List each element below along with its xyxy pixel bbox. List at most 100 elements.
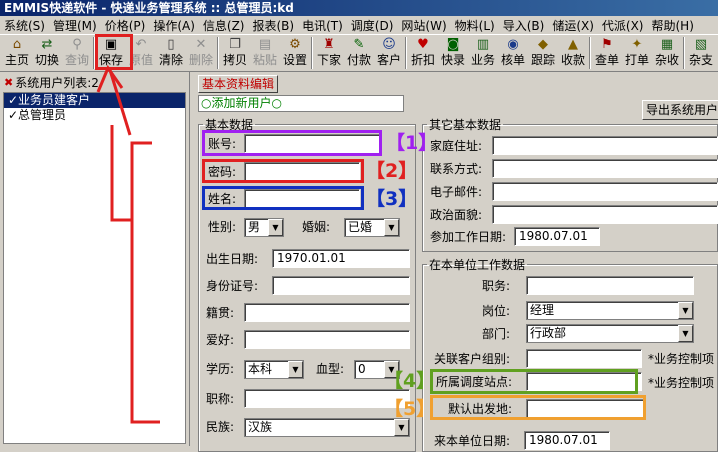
id-input[interactable] <box>272 276 410 295</box>
toolbar-button-payment[interactable]: ✎ 付款 <box>344 35 374 71</box>
toolbar-button-copy[interactable]: ❐ 拷贝 <box>220 35 250 71</box>
toolbar-label: 查单 <box>594 53 619 67</box>
toolbar-button-home[interactable]: ⌂ 主页 <box>2 35 32 71</box>
edu-value: 本科 <box>248 362 273 376</box>
chevron-down-icon[interactable]: ▼ <box>678 325 693 342</box>
menu-item[interactable]: 报表(B) <box>248 17 298 34</box>
toolbar-label: 跟踪 <box>530 53 555 67</box>
toolbar-button-quick-entry[interactable]: ◙ 快录 <box>438 35 468 71</box>
customers-icon: ☺ <box>382 37 396 52</box>
tree-item-admin[interactable]: ✓总管理员 <box>4 108 185 123</box>
toolbar-button-verify[interactable]: ◉ 核单 <box>498 35 528 71</box>
join-date-input[interactable]: 1980.07.01 <box>524 431 610 450</box>
user-tree[interactable]: ✓业务员建客户 ✓总管理员 <box>3 92 186 444</box>
marriage-label: 婚姻: <box>302 220 331 234</box>
toolbar-button-customers[interactable]: ☺ 客户 <box>374 35 404 71</box>
email-input[interactable] <box>492 182 718 201</box>
blood-label: 血型: <box>316 362 345 376</box>
toolbar-button-business[interactable]: ▥ 业务 <box>468 35 498 71</box>
menu-item[interactable]: 操作(A) <box>149 17 199 34</box>
toolbar-label: 核单 <box>500 53 525 67</box>
politics-input[interactable] <box>492 205 718 224</box>
contact-label: 联系方式: <box>430 162 483 176</box>
undo-icon: ↶ <box>135 37 147 52</box>
menu-item[interactable]: 储运(X) <box>548 17 598 34</box>
address-label: 家庭住址: <box>430 139 483 153</box>
menu-item[interactable]: 管理(M) <box>49 17 101 34</box>
toolbar-button-search: ⚲ 查询 <box>62 35 92 71</box>
edu-select[interactable]: 本科 ▼ <box>244 360 304 379</box>
annotation-5: 【5】 <box>384 398 436 420</box>
toolbar-button-delete: ✕ 删除 <box>186 35 216 71</box>
birth-input[interactable]: 1970.01.01 <box>272 249 410 268</box>
native-input[interactable] <box>244 303 410 322</box>
chevron-down-icon[interactable]: ▼ <box>384 219 399 236</box>
hobby-input[interactable] <box>244 330 410 349</box>
menu-item[interactable]: 代派(X) <box>598 17 648 34</box>
group-note: *业务控制项 <box>648 352 715 366</box>
gender-select[interactable]: 男 ▼ <box>244 218 284 237</box>
other-data-legend: 其它基本数据 <box>429 118 502 132</box>
station-note: *业务控制项 <box>648 376 715 390</box>
user-list-panel: ✖ 系统用户列表:2 ✓业务员建客户 ✓总管理员 <box>0 72 190 446</box>
address-input[interactable] <box>492 136 718 155</box>
menu-item[interactable]: 导入(B) <box>499 17 549 34</box>
id-label: 身份证号: <box>206 279 259 293</box>
toolbar-button-clear[interactable]: ▯ 清除 <box>156 35 186 71</box>
chevron-down-icon[interactable]: ▼ <box>288 361 303 378</box>
menu-item[interactable]: 价格(P) <box>101 17 150 34</box>
menu-item[interactable]: 系统(S) <box>0 17 49 34</box>
tab-basic-edit[interactable]: 基本资料编辑 <box>198 75 279 93</box>
toolbar-button-discount[interactable]: ♥ 折扣 <box>408 35 438 71</box>
dept-label: 部门: <box>482 327 511 341</box>
contact-input[interactable] <box>492 159 718 178</box>
work-date-input[interactable]: 1980.07.01 <box>514 227 600 246</box>
toolbar-button-paste: ▤ 粘贴 <box>250 35 280 71</box>
menu-item[interactable]: 物料(L) <box>451 17 499 34</box>
post-label: 岗位: <box>482 304 511 318</box>
post-select[interactable]: 经理 ▼ <box>526 301 694 320</box>
toolbar-button-settings[interactable]: ⚙ 设置 <box>280 35 310 71</box>
job-input[interactable] <box>526 276 694 295</box>
native-label: 籍贯: <box>206 306 235 320</box>
chevron-down-icon[interactable]: ▼ <box>678 302 693 319</box>
ethnic-select[interactable]: 汉族 ▼ <box>244 418 410 437</box>
switch-icon: ⇄ <box>41 37 53 52</box>
toolbar-separator <box>217 37 219 69</box>
toolbar-button-misc-pay[interactable]: ▧ 杂支 <box>686 35 716 71</box>
gender-value: 男 <box>248 220 261 234</box>
toolbar-button-switch[interactable]: ⇄ 切换 <box>32 35 62 71</box>
toolbar-button-misc-receive[interactable]: ▦ 杂收 <box>652 35 682 71</box>
email-label: 电子邮件: <box>430 185 483 199</box>
toolbar-separator <box>589 37 591 69</box>
menu-item[interactable]: 信息(Z) <box>199 17 249 34</box>
window-title: EMMIS快递软件 - 快递业务管理系统 :: 总管理员:kd <box>0 0 718 16</box>
toolbar-label: 清除 <box>158 53 183 67</box>
discount-icon: ♥ <box>417 37 429 52</box>
toolbar-label: 删除 <box>188 53 213 67</box>
toolbar-label: 客户 <box>376 53 401 67</box>
query-icon: ⚑ <box>601 37 613 52</box>
chevron-down-icon[interactable]: ▼ <box>268 219 283 236</box>
menu-item[interactable]: 电讯(T) <box>298 17 347 34</box>
group-input[interactable] <box>526 349 642 368</box>
menu-item[interactable]: 网站(W) <box>397 17 450 34</box>
toolbar-button-receive[interactable]: ▲ 收款 <box>558 35 588 71</box>
menu-item[interactable]: 帮助(H) <box>648 17 698 34</box>
toolbar-label: 粘贴 <box>252 53 277 67</box>
tree-item-salesman[interactable]: ✓业务员建客户 <box>4 93 185 108</box>
toolbar-button-print[interactable]: ✦ 打单 <box>622 35 652 71</box>
toolbar-button-next[interactable]: ♜ 下家 <box>314 35 344 71</box>
toolbar-label: 主页 <box>4 53 29 67</box>
dept-select[interactable]: 行政部 ▼ <box>526 324 694 343</box>
marriage-select[interactable]: 已婚 ▼ <box>344 218 400 237</box>
chevron-down-icon[interactable]: ▼ <box>394 419 409 436</box>
group-label: 关联客户组别: <box>434 352 511 366</box>
toolbar-button-query[interactable]: ⚑ 查单 <box>592 35 622 71</box>
toolbar-label: 快录 <box>440 53 465 67</box>
menu-item[interactable]: 调度(D) <box>347 17 398 34</box>
toolbar-button-track[interactable]: ◆ 跟踪 <box>528 35 558 71</box>
print-icon: ✦ <box>631 37 643 52</box>
work-date-label: 参加工作日期: <box>430 230 507 244</box>
add-new-user-link[interactable]: ○添加新用户○ <box>198 95 404 112</box>
